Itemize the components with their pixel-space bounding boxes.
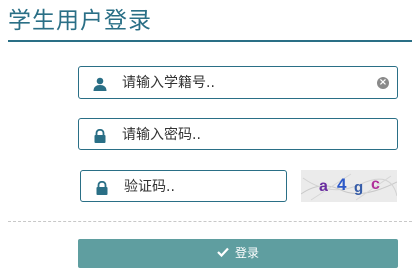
captcha-char: c <box>371 176 380 193</box>
captcha-image[interactable]: a 4 g c <box>301 170 397 202</box>
form-divider <box>8 221 412 222</box>
login-button-label: 登录 <box>234 246 259 260</box>
password-placeholder: 请输入密码.. <box>122 127 201 143</box>
lock-icon <box>93 128 107 143</box>
title-divider <box>8 40 412 42</box>
lock-icon <box>95 180 109 195</box>
captcha-char: g <box>354 179 363 196</box>
captcha-input[interactable]: 验证码.. <box>80 170 287 202</box>
captcha-char: a <box>319 178 328 195</box>
check-icon <box>217 239 229 268</box>
captcha-placeholder: 验证码.. <box>124 179 175 195</box>
password-input[interactable]: 请输入密码.. <box>78 118 398 150</box>
student-id-placeholder: 请输入学籍号.. <box>122 75 215 91</box>
user-icon <box>93 76 107 91</box>
page-title: 学生用户登录 <box>8 8 152 34</box>
captcha-char: 4 <box>337 175 347 194</box>
student-id-input[interactable]: 请输入学籍号.. × <box>78 66 398 99</box>
clear-icon[interactable]: × <box>377 77 389 89</box>
login-button[interactable]: 登录 <box>78 239 398 268</box>
